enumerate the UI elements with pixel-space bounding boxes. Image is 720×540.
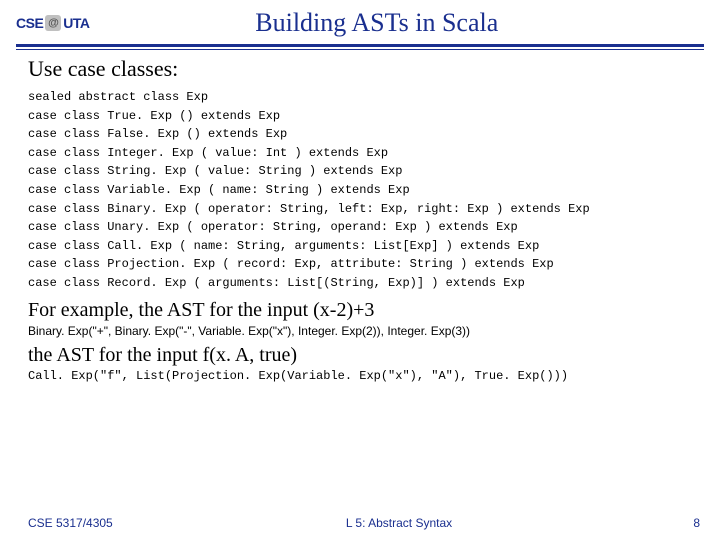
code-line: case class Projection. Exp ( record: Exp… [28,255,700,274]
code-line: case class Record. Exp ( arguments: List… [28,274,700,293]
code-line: case class False. Exp () extends Exp [28,125,700,144]
body-text-2: the AST for the input f(x. A, true) [28,344,700,367]
code-line: sealed abstract class Exp [28,88,700,107]
logo-right: UTA [63,15,89,31]
code-line: case class True. Exp () extends Exp [28,107,700,126]
code-line: case class String. Exp ( value: String )… [28,162,700,181]
footer: CSE 5317/4305 L 5: Abstract Syntax 8 [28,516,700,530]
code-line: case class Unary. Exp ( operator: String… [28,218,700,237]
header: CSE @ UTA Building ASTs in Scala [0,0,720,42]
example-1: Binary. Exp("+", Binary. Exp("-", Variab… [28,324,700,338]
footer-course: CSE 5317/4305 [28,516,113,530]
subheading: Use case classes: [28,56,700,82]
footer-lecture: L 5: Abstract Syntax [346,516,452,530]
footer-center-wrap: L 5: Abstract Syntax [28,516,700,530]
title-rule [16,44,704,50]
body-text-1: For example, the AST for the input (x-2)… [28,299,700,322]
code-line: case class Call. Exp ( name: String, arg… [28,237,700,256]
code-line: case class Binary. Exp ( operator: Strin… [28,200,700,219]
content: Use case classes: sealed abstract class … [0,56,720,383]
at-icon: @ [45,15,61,31]
slide: CSE @ UTA Building ASTs in Scala Use cas… [0,0,720,540]
logo-left: CSE [16,15,43,31]
code-line: case class Integer. Exp ( value: Int ) e… [28,144,700,163]
logo: CSE @ UTA [16,15,90,31]
code-line: case class Variable. Exp ( name: String … [28,181,700,200]
footer-page: 8 [693,516,700,530]
example-2: Call. Exp("f", List(Projection. Exp(Vari… [28,369,700,383]
slide-title: Building ASTs in Scala [90,8,704,38]
